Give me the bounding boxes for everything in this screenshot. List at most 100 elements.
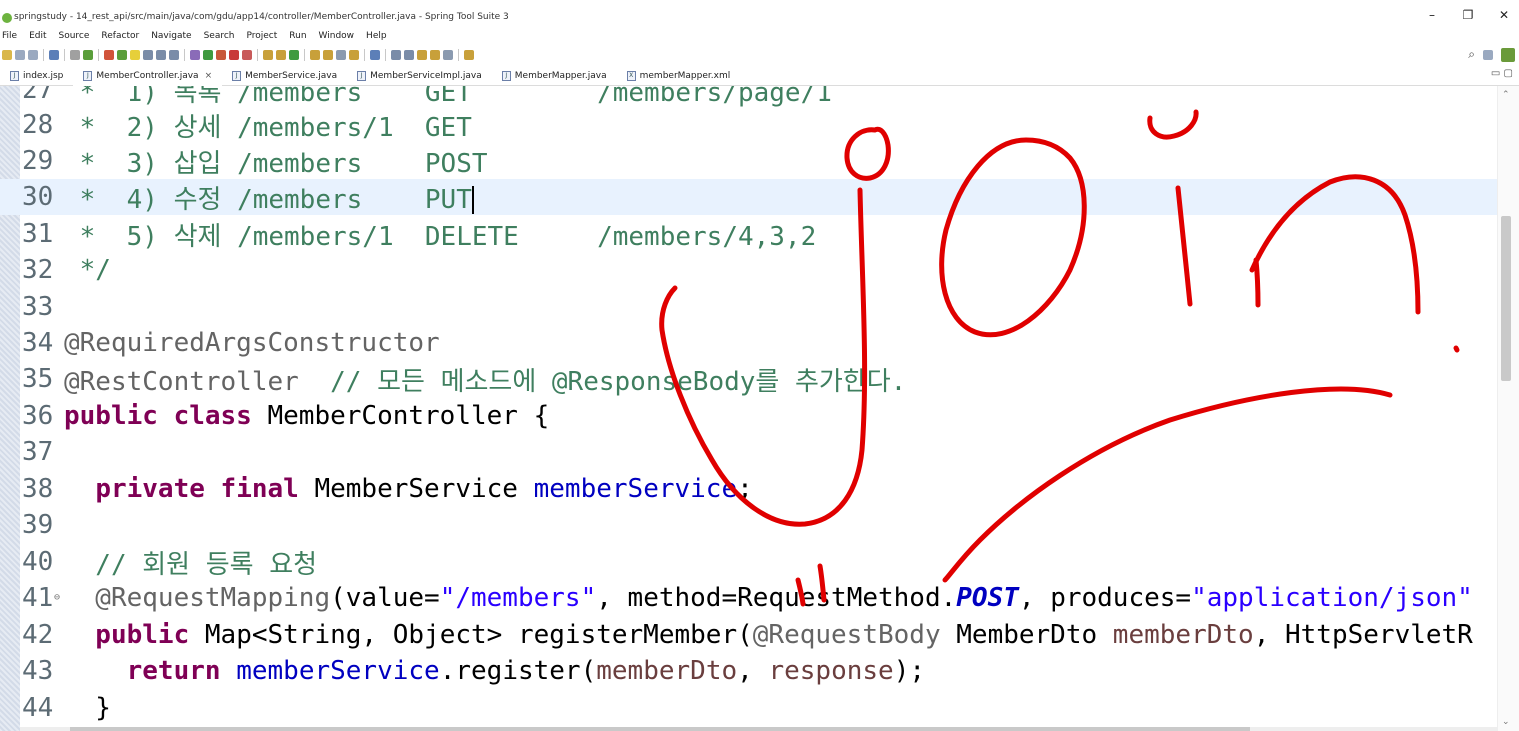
code-line[interactable]: 29 * 3) 삽입 /members POST	[0, 143, 1497, 179]
highlight-icon[interactable]	[130, 50, 140, 60]
pin-editor-icon[interactable]	[464, 50, 474, 60]
server-icon[interactable]	[104, 50, 114, 60]
tab-member-mapper-xml[interactable]: X memberMapper.xml	[617, 66, 741, 86]
code-line[interactable]: 36 public class MemberController {	[0, 398, 1497, 434]
code-line[interactable]: 42 public Map<String, Object> registerMe…	[0, 617, 1497, 653]
debug-icon[interactable]	[117, 50, 127, 60]
toggle-icon[interactable]	[143, 50, 153, 60]
menu-refactor[interactable]: Refactor	[101, 31, 139, 41]
save-icon[interactable]	[15, 50, 25, 60]
open-perspective-icon[interactable]	[1483, 49, 1493, 60]
external-tools-icon[interactable]	[242, 50, 252, 60]
code-line[interactable]: 33	[0, 289, 1497, 325]
line-text: @RestController // 모든 메소드에 @ResponseBody…	[64, 361, 906, 398]
code-line[interactable]: 39	[0, 507, 1497, 543]
code-line[interactable]: 32 */	[0, 252, 1497, 288]
spring-boot-icon[interactable]	[83, 50, 93, 60]
code-line[interactable]: 28 * 2) 상세 /members/1 GET	[0, 107, 1497, 143]
previous-annotation-icon[interactable]	[404, 50, 414, 60]
line-number: 35	[22, 364, 54, 394]
menu-edit[interactable]: Edit	[29, 31, 46, 41]
whitespace-icon[interactable]	[169, 50, 179, 60]
menu-search[interactable]: Search	[204, 31, 235, 41]
scrollbar-thumb[interactable]	[70, 727, 1250, 731]
skip-breakpoints-icon[interactable]	[70, 50, 80, 60]
menu-file[interactable]: File	[2, 31, 17, 41]
search-icon[interactable]: ⌕	[1468, 47, 1475, 62]
close-tab-icon[interactable]: ×	[205, 71, 213, 81]
scrollbar-thumb[interactable]	[1501, 216, 1511, 381]
menu-navigate[interactable]: Navigate	[151, 31, 191, 41]
plain-text: Map<String, Object> registerMember(	[189, 620, 753, 650]
fold-icon[interactable]: ⊖	[54, 592, 60, 603]
code-line[interactable]: 38 private final MemberService memberSer…	[0, 471, 1497, 507]
code-line[interactable]: 43 return memberService.register(memberD…	[0, 653, 1497, 689]
stop-icon[interactable]	[229, 50, 239, 60]
line-annotation: @RestController	[64, 366, 299, 397]
new-package-icon[interactable]	[276, 50, 286, 60]
menu-project[interactable]: Project	[246, 31, 277, 41]
java-perspective-icon[interactable]	[1501, 47, 1515, 62]
close-button[interactable]: ✕	[1497, 8, 1511, 22]
code-line[interactable]: 37	[0, 434, 1497, 470]
open-task-icon[interactable]	[323, 50, 333, 60]
back-icon[interactable]	[430, 50, 440, 60]
horizontal-scrollbar[interactable]	[20, 727, 1497, 731]
semicolon: ;	[737, 474, 753, 504]
open-type-icon[interactable]	[310, 50, 320, 60]
terminal-icon[interactable]	[49, 50, 59, 60]
line-number: 33	[22, 292, 54, 322]
code-line[interactable]: 35 @RestController // 모든 메소드에 @ResponseB…	[0, 361, 1497, 397]
tab-member-service-impl[interactable]: J MemberServiceImpl.java	[347, 66, 492, 86]
line-annotation: @RequiredArgsConstructor	[64, 328, 440, 358]
pen-icon[interactable]	[336, 50, 346, 60]
minimize-button[interactable]: –	[1425, 8, 1439, 22]
line-text: private final MemberService memberServic…	[64, 474, 753, 504]
plain-text: ,	[737, 656, 769, 686]
plain-text: );	[893, 656, 925, 686]
code-line[interactable]: 31 * 5) 삭제 /members/1 DELETE /members/4,…	[0, 216, 1497, 252]
current-code-line[interactable]: 30 * 4) 수정 /members PUT	[0, 179, 1497, 215]
java-file-icon: J	[83, 70, 93, 81]
menu-run[interactable]: Run	[289, 31, 306, 41]
tab-index-jsp[interactable]: J index.jsp	[0, 66, 73, 86]
globe-icon[interactable]	[370, 50, 380, 60]
run-icon[interactable]	[203, 50, 213, 60]
tab-member-controller[interactable]: J MemberController.java ×	[73, 65, 223, 86]
forward-icon[interactable]	[443, 50, 453, 60]
maximize-button[interactable]: ❐	[1461, 8, 1475, 22]
line-text: * 3) 삽입 /members POST	[64, 148, 488, 179]
menu-bar: File Edit Source Refactor Navigate Searc…	[0, 28, 1519, 44]
code-line[interactable]: 27 * 1) 목록 /members GET /members/page/1	[0, 86, 1497, 108]
parameter-name: memberDto	[596, 656, 738, 686]
save-all-icon[interactable]	[28, 50, 38, 60]
tab-label: MemberController.java	[96, 70, 199, 81]
scroll-up-icon[interactable]: ⌃	[1502, 90, 1510, 100]
scroll-down-icon[interactable]: ⌄	[1502, 717, 1510, 727]
new-class-icon[interactable]	[289, 50, 299, 60]
tab-member-service[interactable]: J MemberService.java	[222, 66, 347, 86]
code-line[interactable]: 34 @RequiredArgsConstructor	[0, 325, 1497, 361]
code-line[interactable]: 44 }	[0, 690, 1497, 726]
code-line[interactable]: 41 ⊖ @RequestMapping(value="/members", m…	[0, 580, 1497, 616]
new-java-project-icon[interactable]	[263, 50, 273, 60]
vertical-scrollbar[interactable]: ⌃ ⌄	[1497, 86, 1519, 731]
line-text: public Map<String, Object> registerMembe…	[64, 620, 1473, 650]
minimize-maximize-icon[interactable]: ▭ ▢	[1491, 68, 1513, 79]
toolbar-separator	[184, 49, 185, 61]
line-text: */	[64, 255, 111, 285]
coverage-icon[interactable]	[216, 50, 226, 60]
menu-source[interactable]: Source	[59, 31, 90, 41]
folder-icon[interactable]	[349, 50, 359, 60]
new-icon[interactable]	[2, 50, 12, 60]
last-edit-icon[interactable]	[417, 50, 427, 60]
code-editor[interactable]: 27 * 1) 목록 /members GET /members/page/1 …	[0, 86, 1497, 731]
menu-help[interactable]: Help	[366, 31, 387, 41]
block-icon[interactable]	[156, 50, 166, 60]
menu-window[interactable]: Window	[319, 31, 355, 41]
line-annotation: @RequestBody	[752, 620, 941, 650]
debug-run-icon[interactable]	[190, 50, 200, 60]
tab-member-mapper[interactable]: J MemberMapper.java	[492, 66, 617, 86]
code-line[interactable]: 40 // 회원 등록 요청	[0, 544, 1497, 580]
next-annotation-icon[interactable]	[391, 50, 401, 60]
